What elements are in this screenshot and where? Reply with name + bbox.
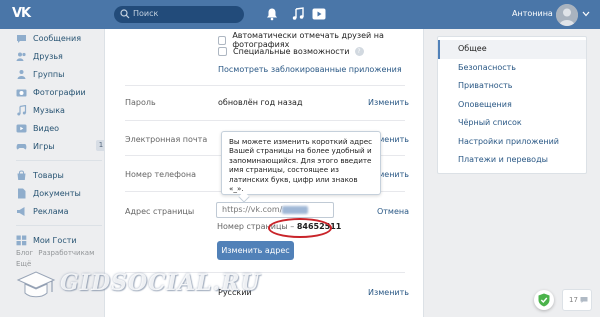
vk-logo[interactable]: VK: [12, 6, 32, 22]
address-input-value: https://vk.com/: [222, 205, 283, 214]
sidebar-item-documents[interactable]: Документы: [0, 184, 110, 202]
sidebar-item-messages[interactable]: Сообщения: [0, 29, 110, 47]
menu-item-privacy[interactable]: Приватность: [438, 77, 586, 96]
user-name[interactable]: Антонина: [512, 9, 553, 18]
sidebar-item-label: Документы: [33, 188, 81, 198]
menu-item-security[interactable]: Безопасность: [438, 59, 586, 78]
address-cancel-link[interactable]: Отмена: [377, 207, 409, 216]
highlight-ellipse: [268, 218, 332, 238]
bell-icon[interactable]: [265, 7, 279, 21]
sidebar-item-label: Музыка: [33, 105, 65, 115]
sidebar-item-label: Товары: [33, 170, 64, 180]
divider: [125, 120, 405, 121]
music-icon: [17, 104, 27, 115]
groups-icon: [17, 69, 26, 79]
play-icon[interactable]: [312, 7, 326, 21]
divider: [125, 85, 405, 86]
password-label: Пароль: [125, 98, 156, 107]
sidebar-item-label: Группы: [33, 69, 65, 79]
blurred-username: [282, 205, 309, 214]
sidebar-divider: [16, 160, 102, 161]
search-icon: [120, 9, 130, 19]
help-icon[interactable]: ?: [354, 47, 364, 56]
chat-icon: [580, 297, 588, 303]
message-icon: [17, 34, 26, 43]
goods-icon: [17, 170, 26, 180]
menu-item-general[interactable]: Общее: [438, 40, 586, 59]
address-input[interactable]: https://vk.com/: [216, 202, 334, 218]
sidebar-item-music[interactable]: Музыка: [0, 101, 110, 119]
watermark-text: GIDSOCIAL.RU: [60, 270, 261, 296]
sidebar-item-video[interactable]: Видео: [0, 119, 110, 137]
chat-count: 17: [569, 296, 578, 304]
phone-label: Номер телефона: [125, 170, 196, 179]
sidebar-item-label: Мои Гости: [33, 235, 77, 245]
sidebar-item-label: Игры: [33, 141, 55, 151]
left-sidebar: Сообщения Друзья Группы Фотографии Музык…: [0, 29, 110, 249]
sidebar-item-guests[interactable]: Мои Гости: [0, 231, 110, 249]
blocked-apps-link[interactable]: Посмотреть заблокированные приложения: [218, 65, 402, 74]
password-change-link[interactable]: Изменить: [368, 98, 409, 107]
sidebar-item-games[interactable]: Игры 1: [0, 137, 110, 155]
password-value: обновлён год назад: [218, 98, 303, 107]
sidebar-item-label: Видео: [33, 123, 60, 133]
friends-icon: [16, 52, 26, 61]
settings-menu: Общее Безопасность Приватность Оповещени…: [437, 36, 587, 174]
ads-icon: [17, 206, 25, 216]
chat-button[interactable]: 17: [562, 289, 592, 311]
sidebar-item-label: Реклама: [33, 206, 69, 216]
sidebar-item-groups[interactable]: Группы: [0, 65, 110, 83]
avatar-image: [556, 4, 578, 26]
documents-icon: [18, 188, 26, 198]
address-label: Адрес страницы: [125, 207, 195, 216]
music-icon[interactable]: [291, 7, 305, 21]
menu-item-payments[interactable]: Платежи и переводы: [438, 151, 586, 170]
sidebar-item-ads[interactable]: Реклама: [0, 202, 110, 220]
sidebar-item-label: Сообщения: [33, 33, 82, 43]
footer-link-blog[interactable]: Блог: [16, 249, 33, 257]
menu-item-notifications[interactable]: Оповещения: [438, 96, 586, 115]
shield-button[interactable]: [534, 290, 554, 310]
checkbox-accessibility[interactable]: [218, 47, 227, 56]
sidebar-item-friends[interactable]: Друзья: [0, 47, 110, 65]
footer-link-developers[interactable]: Разработчикам: [38, 249, 94, 257]
sidebar-item-photos[interactable]: Фотографии: [0, 83, 110, 101]
change-address-button[interactable]: Изменить адрес: [217, 241, 294, 260]
guests-icon: [16, 235, 27, 245]
checkbox-photos[interactable]: [218, 35, 227, 45]
sidebar-item-label: Фотографии: [33, 87, 86, 97]
checkbox-accessibility-label: Специальные возможности: [233, 47, 350, 56]
avatar[interactable]: [556, 4, 578, 26]
sidebar-divider: [16, 225, 102, 226]
checkbox-row-accessibility[interactable]: Специальные возможности ?: [218, 47, 364, 56]
language-change-link[interactable]: Изменить: [368, 288, 409, 297]
search-box[interactable]: Поиск: [114, 6, 244, 23]
menu-item-blacklist[interactable]: Чёрный список: [438, 114, 586, 133]
games-icon: [16, 143, 27, 149]
shield-icon: [538, 293, 550, 307]
top-bar: VK Поиск Антонина: [0, 0, 600, 29]
search-placeholder: Поиск: [133, 9, 159, 18]
chevron-down-icon[interactable]: [582, 11, 590, 17]
sidebar-item-label: Друзья: [33, 51, 63, 61]
sidebar-item-goods[interactable]: Товары: [0, 166, 110, 184]
watermark: GIDSOCIAL.RU: [14, 264, 260, 304]
address-tooltip: Вы можете изменить короткий адрес Вашей …: [221, 131, 381, 195]
menu-item-app-settings[interactable]: Настройки приложений: [438, 133, 586, 152]
email-label: Электронная почта: [125, 135, 208, 144]
video-icon: [16, 124, 27, 132]
photo-icon: [16, 89, 27, 96]
graduation-cap-icon: [16, 271, 56, 298]
